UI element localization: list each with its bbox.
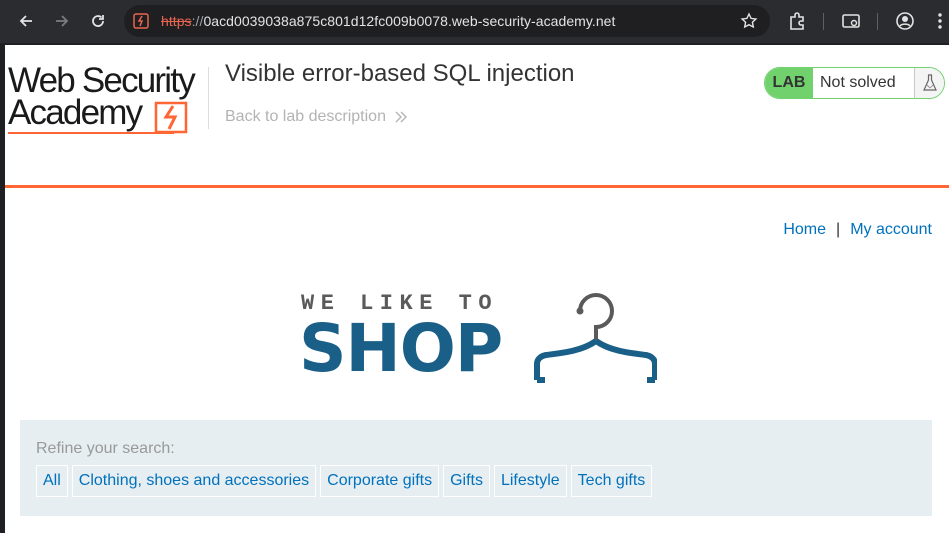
bookmark-star-icon[interactable] <box>740 12 758 30</box>
lab-tag: LAB <box>765 68 813 98</box>
search-filters-panel: Refine your search: All Clothing, shoes … <box>20 420 932 516</box>
profile-icon[interactable] <box>895 11 915 31</box>
back-icon[interactable] <box>14 9 38 33</box>
lab-status-badge: LAB Not solved <box>764 67 945 99</box>
back-link-label: Back to lab description <box>225 108 386 125</box>
url-text[interactable]: https://0acd0039038a875c801d12fc009b0078… <box>161 13 615 29</box>
home-link[interactable]: Home <box>783 221 826 239</box>
filter-gifts[interactable]: Gifts <box>443 465 490 497</box>
hanger-icon <box>534 293 657 383</box>
filter-tech-gifts[interactable]: Tech gifts <box>570 465 653 497</box>
filter-lifestyle[interactable]: Lifestyle <box>493 465 567 497</box>
logo-line2: Academy <box>8 93 143 132</box>
forward-icon[interactable] <box>50 9 74 33</box>
filter-list: All Clothing, shoes and accessories Corp… <box>36 465 653 497</box>
my-account-link[interactable]: My account <box>850 221 932 239</box>
lab-header: Web Security Academy Visible error-based… <box>5 45 949 188</box>
header-divider <box>208 67 209 129</box>
web-page: Web Security Academy Visible error-based… <box>5 45 949 533</box>
toolbar-divider <box>823 13 824 30</box>
cast-icon[interactable] <box>841 11 861 31</box>
shop-logo: WE LIKE TO SHOP <box>299 291 657 387</box>
logo-underline <box>8 132 174 134</box>
nav-separator: | <box>836 221 841 238</box>
filter-clothing[interactable]: Clothing, shoes and accessories <box>71 465 317 497</box>
filter-all[interactable]: All <box>36 465 68 497</box>
lightning-icon <box>154 101 188 134</box>
extensions-icon[interactable] <box>787 11 807 31</box>
address-bar[interactable]: https://0acd0039038a875c801d12fc009b0078… <box>124 5 770 37</box>
flask-icon <box>914 68 944 98</box>
toolbar-divider <box>877 13 878 30</box>
reload-icon[interactable] <box>86 9 110 33</box>
refine-search-label: Refine your search: <box>36 440 175 457</box>
lab-status-text: Not solved <box>820 74 896 91</box>
account-nav: Home | My account <box>783 221 932 239</box>
filter-corporate-gifts[interactable]: Corporate gifts <box>320 465 440 497</box>
lab-title: Visible error-based SQL injection <box>225 60 575 87</box>
back-to-description-link[interactable]: Back to lab description <box>225 108 408 126</box>
browser-toolbar: https://0acd0039038a875c801d12fc009b0078… <box>0 0 949 43</box>
academy-logo[interactable]: Web Security Academy <box>8 63 208 137</box>
shop-logo-title: SHOP <box>299 310 503 387</box>
menu-icon[interactable] <box>930 11 949 31</box>
site-info-icon[interactable] <box>133 13 149 29</box>
double-chevron-right-icon <box>395 111 407 123</box>
